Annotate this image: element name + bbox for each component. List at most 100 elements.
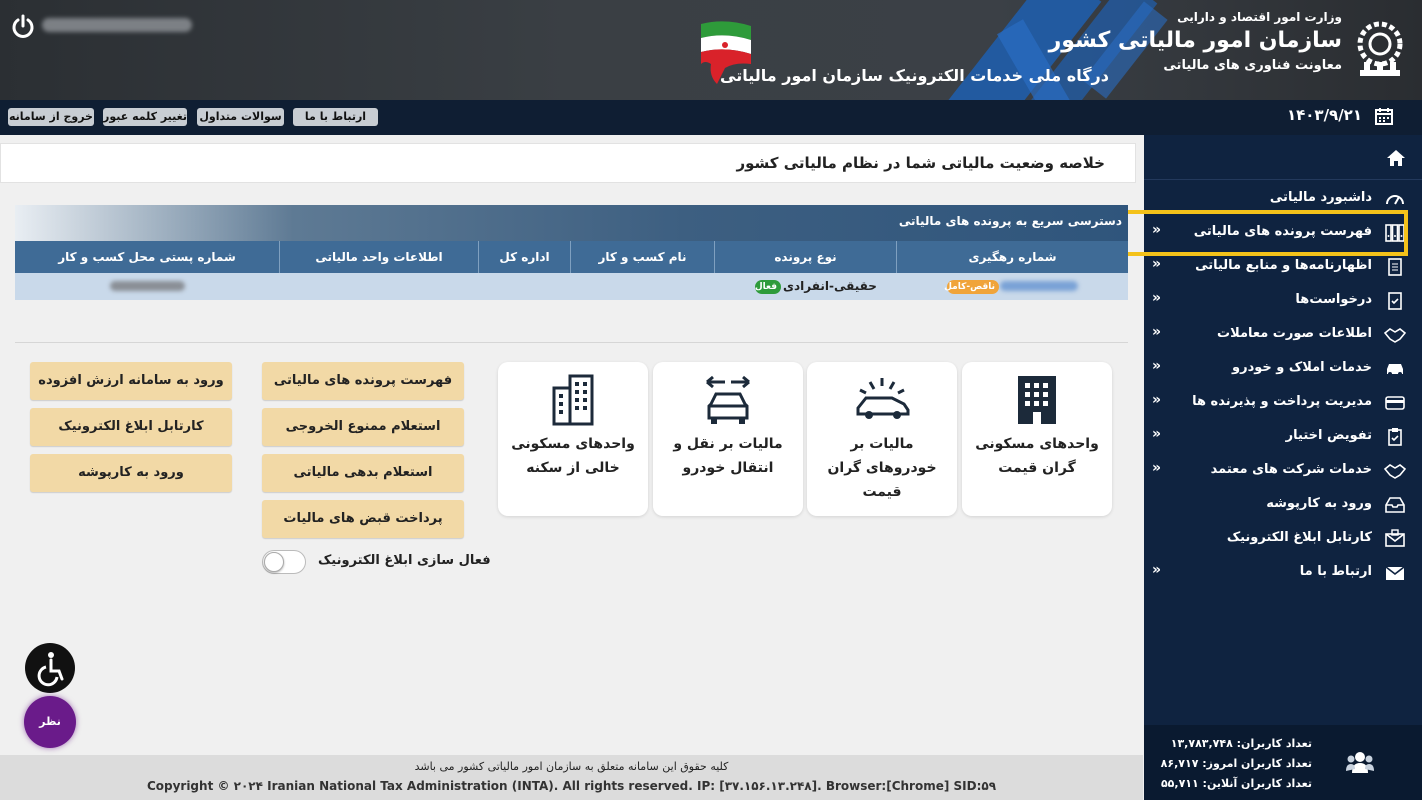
mail-lock-icon	[1385, 529, 1405, 547]
sidebar-item-label: تفویض اختیار	[1285, 428, 1372, 443]
org-ministry: وزارت امور اقتصاد و دارایی	[1177, 10, 1342, 24]
change-password-button[interactable]: تغییر کلمه عبور	[103, 108, 187, 126]
sidebar-item-tax-dashboard[interactable]: داشبورد مالیاتی	[1144, 185, 1422, 213]
chevron-left-icon: «	[1152, 290, 1162, 306]
users-icon	[1346, 752, 1374, 773]
summary-header: خلاصه وضعیت مالیاتی شما در نظام مالیاتی …	[0, 143, 1136, 183]
power-icon[interactable]	[10, 14, 36, 40]
sidebar-item-karpoosheh[interactable]: ورود به کارپوشه	[1144, 491, 1422, 519]
apartment-icon	[552, 374, 594, 426]
logout-button[interactable]: خروج از سامانه	[8, 108, 94, 126]
chevron-left-icon: «	[1152, 460, 1162, 476]
tax-files-list-button[interactable]: فهرست پرونده های مالیاتی	[262, 362, 464, 400]
column-header: اداره کل	[478, 241, 570, 273]
column-header: شماره پستی محل کسب و کار	[58, 250, 236, 264]
org-name: سازمان امور مالیاتی کشور	[1048, 28, 1342, 53]
status-badge: ناقص-کامل	[944, 280, 999, 294]
sidebar-item-declarations[interactable]: اظهارنامه‌ها و منابع مالیاتی «	[1144, 253, 1422, 281]
active-badge: فعال	[755, 280, 781, 294]
clipboard-check-icon	[1388, 428, 1402, 446]
org-deputy: معاونت فناوری های مالیاتی	[1163, 58, 1342, 73]
stat-users-online: تعداد کاربران آنلاین: ۵۵,۷۱۱	[1160, 777, 1312, 790]
chevron-left-icon: «	[1152, 562, 1162, 578]
quick-access-header: دسترسی سریع به پرونده های مالیاتی	[15, 205, 1128, 241]
sidebar-item-label: خدمات املاک و خودرو	[1232, 360, 1372, 375]
envelope-icon	[1385, 566, 1405, 580]
postal-code-blurred	[110, 281, 185, 291]
sidebar-item-transactions[interactable]: اطلاعات صورت معاملات «	[1144, 321, 1422, 349]
home-icon[interactable]	[1386, 149, 1406, 167]
document-icon	[1388, 258, 1402, 276]
footer-rights: کلیه حقوق این سامانه متعلق به سازمان امو…	[414, 760, 729, 773]
card-label: مالیات بر نقل و انتقال خودرو	[673, 436, 783, 476]
building-icon	[1018, 376, 1056, 424]
sidebar-item-property-car[interactable]: خدمات املاک و خودرو «	[1144, 355, 1422, 383]
dashboard-icon	[1386, 195, 1404, 205]
sidebar-item-delegation[interactable]: تفویض اختیار «	[1144, 423, 1422, 451]
e-notice-toggle[interactable]	[262, 550, 306, 574]
user-stats-panel: تعداد کاربران: ۱۳,۷۸۳,۷۴۸ تعداد کاربران …	[1144, 725, 1422, 800]
calendar-icon	[1375, 108, 1393, 125]
contact-us-button[interactable]: ارتباط با ما	[293, 108, 378, 126]
card-label: واحدهای مسکونی خالی از سکنه	[511, 436, 635, 476]
stat-users-today: تعداد کاربران امروز: ۸۶,۷۱۷	[1160, 757, 1312, 770]
header: درگاه ملی خدمات الکترونیک سازمان امور ما…	[0, 0, 1422, 100]
table-header: شماره رهگیری نوع پرونده نام کسب و کار اد…	[15, 241, 1128, 273]
wheelchair-icon	[37, 652, 64, 687]
card-car-transfer-tax[interactable]: مالیات بر نقل و انتقال خودرو	[653, 362, 803, 516]
sidebar-item-payment[interactable]: مدیریت پرداخت و پذیرنده ها «	[1144, 389, 1422, 417]
luxury-car-icon	[856, 378, 910, 419]
sidebar-item-contact[interactable]: ارتباط با ما «	[1144, 559, 1422, 587]
card-label: واحدهای مسکونی گران قیمت	[975, 436, 1099, 476]
sidebar-item-label: مدیریت پرداخت و پذیرنده ها	[1192, 394, 1372, 409]
inta-logo-icon	[1357, 21, 1403, 76]
sidebar-item-label: اطلاعات صورت معاملات	[1217, 326, 1372, 341]
pay-tax-bills-button[interactable]: پرداخت قبض های مالیات	[262, 500, 464, 538]
card-label: مالیات بر خودروهای گران قیمت	[827, 436, 937, 500]
user-name-blurred	[42, 18, 192, 32]
column-header: نام کسب و کار	[570, 241, 714, 273]
highlight-annotation	[1098, 210, 1408, 256]
sidebar-item-label: اظهارنامه‌ها و منابع مالیاتی	[1195, 258, 1372, 273]
sidebar-item-label: کارتابل ابلاغ الکترونیک	[1226, 530, 1372, 545]
case-type-cell: حقیقی-انفرادی	[783, 279, 877, 293]
page-title: خلاصه وضعیت مالیاتی شما در نظام مالیاتی …	[736, 154, 1105, 172]
faq-button[interactable]: سوالات متداول	[197, 108, 284, 126]
vat-system-button[interactable]: ورود به سامانه ارزش افزوده	[30, 362, 232, 400]
stat-users-total: تعداد کاربران: ۱۳,۷۸۳,۷۴۸	[1170, 737, 1312, 750]
column-header: اطلاعات واحد مالیاتی	[279, 241, 478, 273]
chevron-left-icon: «	[1152, 358, 1162, 374]
org-title-block: وزارت امور اقتصاد و دارایی سازمان امور م…	[1049, 10, 1342, 73]
sidebar-item-requests[interactable]: درخواست‌ها «	[1144, 287, 1422, 315]
quick-access-title: دسترسی سریع به پرونده های مالیاتی	[898, 214, 1122, 228]
karpoosheh-button[interactable]: ورود به کارپوشه	[30, 454, 232, 492]
current-date: ۱۴۰۳/۹/۲۱	[1286, 106, 1362, 124]
tracking-number-blurred	[1000, 281, 1078, 291]
sidebar-item-label: داشبورد مالیاتی	[1269, 190, 1372, 205]
table-row[interactable]: ناقص-کامل حقیقی-انفرادی فعال	[15, 273, 1128, 300]
chevron-left-icon: «	[1152, 392, 1162, 408]
card-luxury-car-tax[interactable]: مالیات بر خودروهای گران قیمت	[807, 362, 957, 516]
footer: کلیه حقوق این سامانه متعلق به سازمان امو…	[0, 755, 1143, 800]
handshake-icon	[1384, 464, 1406, 479]
sidebar-item-trusted-companies[interactable]: خدمات شرکت های معتمد «	[1144, 457, 1422, 485]
tax-debt-inquiry-button[interactable]: استعلام بدهی مالیاتی	[262, 454, 464, 492]
card-icon	[1385, 396, 1405, 410]
accessibility-button[interactable]	[25, 643, 75, 693]
chevron-left-icon: «	[1152, 256, 1162, 272]
sidebar-item-label: ارتباط با ما	[1299, 564, 1372, 579]
sidebar-item-label: ورود به کارپوشه	[1266, 496, 1372, 511]
sidebar-item-e-notice[interactable]: کارتابل ابلاغ الکترونیک	[1144, 525, 1422, 553]
poll-button[interactable]: نظر سنجی	[24, 696, 76, 780]
card-luxury-residential[interactable]: واحدهای مسکونی گران قیمت	[962, 362, 1112, 516]
chevron-left-icon: «	[1152, 426, 1162, 442]
top-toolbar: خروج از سامانه تغییر کلمه عبور سوالات مت…	[0, 100, 1422, 135]
chevron-left-icon: «	[1152, 324, 1162, 340]
sidebar-item-label: خدمات شرکت های معتمد	[1210, 462, 1372, 477]
e-notice-inbox-button[interactable]: کارتابل ابلاغ الکترونیک	[30, 408, 232, 446]
inbox-icon	[1385, 497, 1405, 513]
card-vacant-residential[interactable]: واحدهای مسکونی خالی از سکنه	[498, 362, 648, 516]
exit-ban-inquiry-button[interactable]: استعلام ممنوع الخروجی	[262, 408, 464, 446]
column-header: نوع پرونده	[714, 241, 896, 273]
car-icon	[1387, 364, 1403, 376]
